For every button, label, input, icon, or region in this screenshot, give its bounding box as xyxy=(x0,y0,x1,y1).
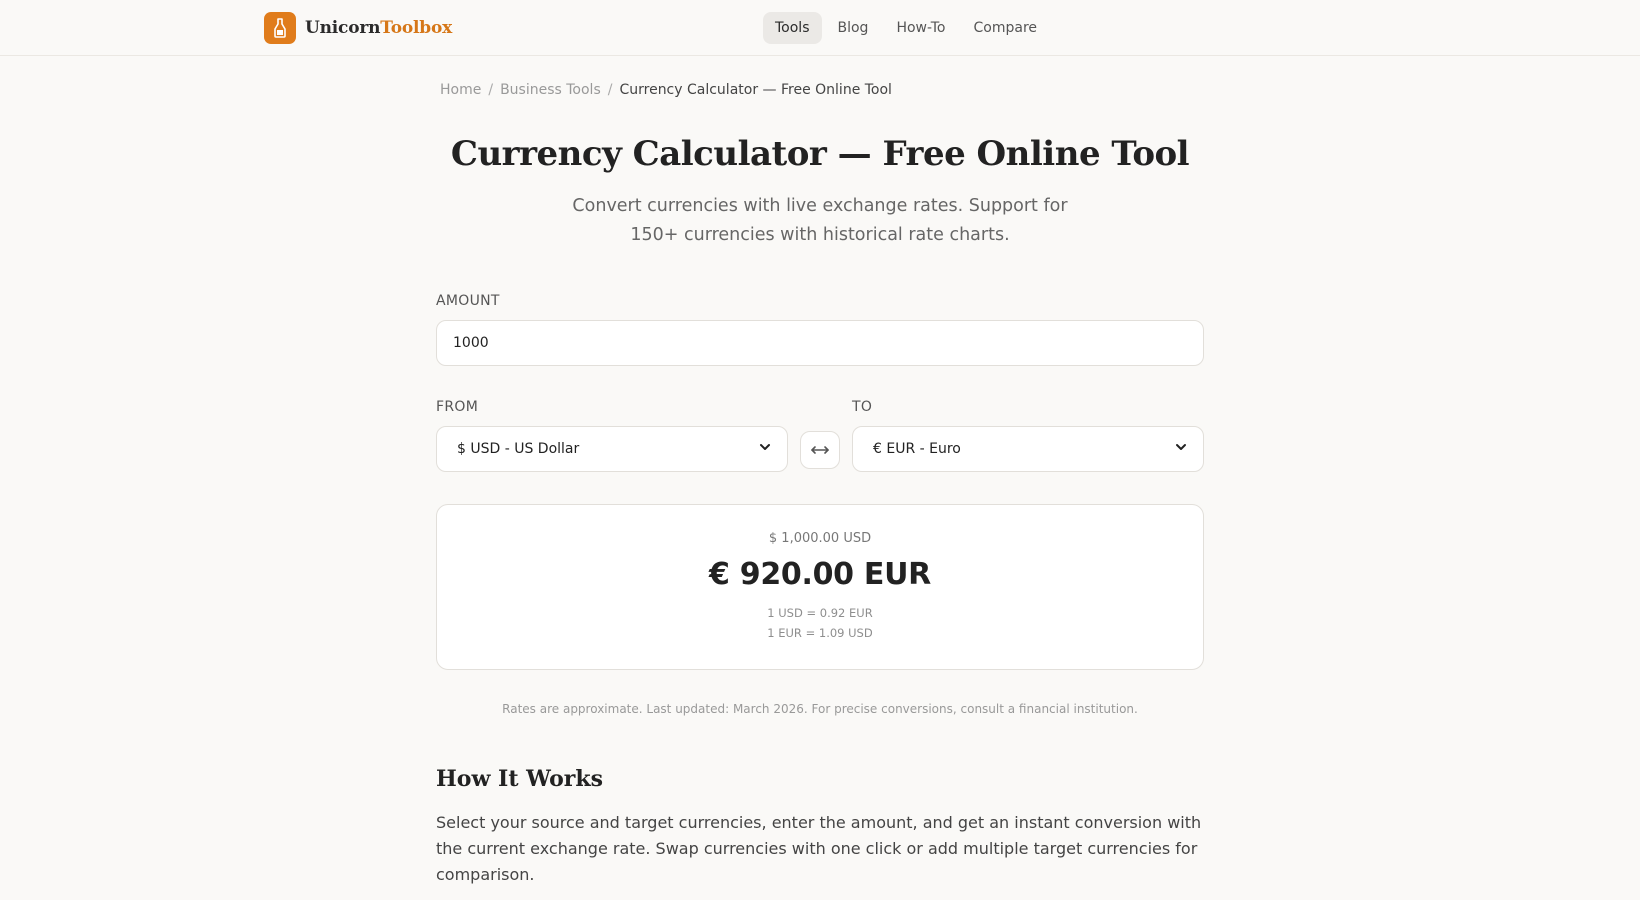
brand-logo-link[interactable]: UnicornToolbox xyxy=(264,12,452,44)
how-it-works-text: Select your source and target currencies… xyxy=(436,813,1202,884)
amount-input[interactable] xyxy=(436,320,1204,366)
result-source-amount: $ 1,000.00 USD xyxy=(768,531,872,546)
page-title: Currency Calculator — Free Online Tool xyxy=(450,134,1190,174)
to-currency-select[interactable]: € EUR - Euro xyxy=(852,426,1204,472)
breadcrumb: Home / Business Tools / Currency Calcula… xyxy=(440,82,892,98)
to-currency-value: € EUR - Euro xyxy=(873,441,961,457)
swap-currencies-button[interactable] xyxy=(800,431,840,469)
main-nav: Tools Blog How-To Compare xyxy=(763,12,1053,44)
brand-name-primary: Unicorn xyxy=(305,18,381,38)
bottle-icon xyxy=(264,12,296,44)
to-label: TO xyxy=(852,399,873,415)
from-currency-select[interactable]: $ USD - US Dollar xyxy=(436,426,788,472)
brand-name: UnicornToolbox xyxy=(305,18,452,38)
top-navbar: UnicornToolbox Tools Blog How-To Compare xyxy=(0,0,1640,56)
page-subtitle: Convert currencies with live exchange ra… xyxy=(572,196,1068,245)
breadcrumb-home-link[interactable]: Home xyxy=(440,82,481,98)
exchange-rate-forward: 1 USD = 0.92 EUR xyxy=(767,606,873,620)
nav-item-how-to[interactable]: How-To xyxy=(884,12,957,44)
chevron-down-icon xyxy=(759,441,771,457)
nav-item-tools[interactable]: Tools xyxy=(763,12,822,44)
from-label: FROM xyxy=(436,399,479,415)
brand-name-accent: Toolbox xyxy=(380,18,453,38)
nav-item-blog[interactable]: Blog xyxy=(826,12,881,44)
how-it-works-heading: How It Works xyxy=(436,766,603,792)
breadcrumb-separator: / xyxy=(607,82,613,98)
swap-arrows-icon xyxy=(810,441,830,460)
conversion-result-card: $ 1,000.00 USD € 920.00 EUR 1 USD = 0.92… xyxy=(436,504,1204,670)
nav-item-compare[interactable]: Compare xyxy=(962,12,1050,44)
amount-label: AMOUNT xyxy=(436,293,500,309)
breadcrumb-separator: / xyxy=(488,82,494,98)
rates-disclaimer: Rates are approximate. Last updated: Mar… xyxy=(502,702,1138,716)
breadcrumb-current: Currency Calculator — Free Online Tool xyxy=(619,82,892,98)
from-currency-value: $ USD - US Dollar xyxy=(457,441,580,457)
chevron-down-icon xyxy=(1175,441,1187,457)
breadcrumb-business-tools-link[interactable]: Business Tools xyxy=(500,82,601,98)
exchange-rate-reverse: 1 EUR = 1.09 USD xyxy=(767,626,873,640)
result-converted-amount: € 920.00 EUR xyxy=(709,557,931,592)
